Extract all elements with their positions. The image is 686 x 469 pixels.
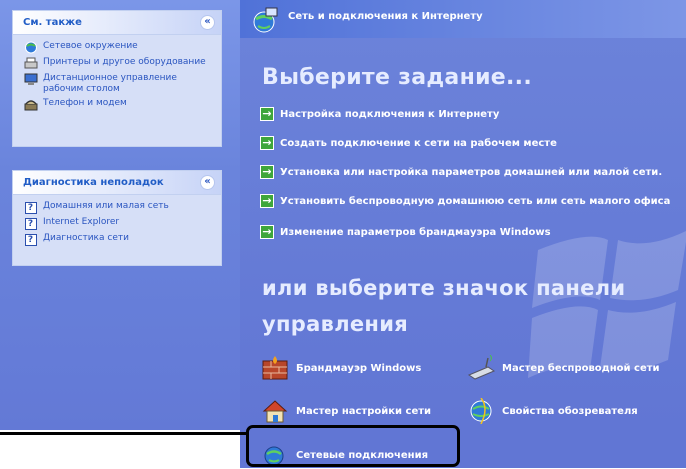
green-arrow-icon: → [260, 107, 274, 121]
troubleshoot-title: Диагностика неполадок [23, 177, 164, 188]
pick-icon-heading-line2: управления [262, 312, 409, 336]
see-also-label: Принтеры и другое оборудование [43, 57, 206, 67]
printer-icon [23, 57, 38, 70]
firewall-icon [260, 354, 290, 382]
help-icon: ? [23, 201, 38, 214]
green-arrow-icon: → [260, 165, 274, 179]
wireless-icon [466, 354, 496, 382]
see-also-phone-modem[interactable]: Телефон и модем [23, 98, 213, 111]
pick-task-heading: Выберите задание... [262, 65, 532, 90]
see-also-remote-desktop[interactable]: Дистанционное управление рабочим столом [23, 73, 213, 95]
category-title: Сеть и подключения к Интернету [288, 11, 483, 22]
cp-item-firewall[interactable]: Брандмауэр Windows [260, 354, 421, 382]
main-content: Сеть и подключения к Интернету Выберите … [240, 0, 686, 430]
task-label: Настройка подключения к Интернету [280, 108, 500, 120]
left-task-pane: См. также « Сетевое окружение Принтеры и… [0, 0, 240, 430]
task-link-workplace-connection[interactable]: → Создать подключение к сети на рабочем … [260, 136, 557, 150]
see-also-title: См. также [23, 17, 82, 28]
see-also-label: Сетевое окружение [43, 41, 138, 51]
troubleshoot-home-network[interactable]: ? Домашняя или малая сеть [23, 201, 213, 214]
task-label: Установить беспроводную домашнюю сеть ил… [280, 195, 671, 207]
collapse-chevron-icon[interactable]: « [200, 175, 215, 190]
internet-options-icon [466, 397, 496, 425]
troubleshoot-label: Диагностика сети [43, 233, 129, 243]
phone-modem-icon [23, 98, 38, 111]
see-also-label: Телефон и модем [43, 98, 127, 108]
task-link-firewall-settings[interactable]: → Изменение параметров брандмауэра Windo… [260, 225, 551, 239]
troubleshoot-network-diagnostics[interactable]: ? Диагностика сети [23, 233, 213, 246]
cp-item-wireless-wizard[interactable]: Мастер беспроводной сети [466, 354, 660, 382]
cp-item-label: Мастер настройки сети [296, 405, 432, 417]
network-places-icon [23, 41, 38, 54]
cp-item-internet-options[interactable]: Свойства обозревателя [466, 397, 638, 425]
task-link-internet-setup[interactable]: → Настройка подключения к Интернету [260, 107, 499, 121]
green-arrow-icon: → [260, 194, 274, 208]
cp-item-label: Брандмауэр Windows [296, 362, 422, 374]
cp-item-network-setup-wizard[interactable]: Мастер настройки сети [260, 397, 431, 425]
task-label: Установка или настройка параметров домаш… [280, 166, 663, 178]
highlight-frame [246, 425, 460, 467]
see-also-printers[interactable]: Принтеры и другое оборудование [23, 57, 213, 70]
cp-item-label: Свойства обозревателя [502, 405, 638, 417]
troubleshoot-header[interactable]: Диагностика неполадок « [13, 171, 221, 195]
callout-line [0, 432, 248, 435]
cp-item-label: Мастер беспроводной сети [502, 362, 660, 374]
troubleshoot-internet-explorer[interactable]: ? Internet Explorer [23, 217, 213, 230]
troubleshoot-label: Internet Explorer [43, 217, 120, 227]
remote-desktop-icon [23, 73, 38, 86]
task-label: Изменение параметров брандмауэра Windows [280, 226, 551, 238]
task-label: Создать подключение к сети на рабочем ме… [280, 137, 557, 149]
see-also-label: Дистанционное управление рабочим столом [43, 73, 177, 94]
help-icon: ? [23, 233, 38, 246]
green-arrow-icon: → [260, 136, 274, 150]
troubleshoot-panel: Диагностика неполадок « ? Домашняя или м… [12, 170, 222, 266]
help-icon: ? [23, 217, 38, 230]
task-link-home-network-setup[interactable]: → Установка или настройка параметров дом… [260, 165, 662, 179]
collapse-chevron-icon[interactable]: « [200, 15, 215, 30]
see-also-panel: См. также « Сетевое окружение Принтеры и… [12, 10, 222, 147]
task-link-wireless-setup[interactable]: → Установить беспроводную домашнюю сеть … [260, 194, 670, 208]
troubleshoot-label: Домашняя или малая сеть [43, 201, 169, 211]
pick-icon-heading-line1: или выберите значок панели [262, 276, 626, 300]
network-globe-icon [250, 6, 280, 38]
see-also-header[interactable]: См. также « [13, 11, 221, 35]
category-header: Сеть и подключения к Интернету [240, 0, 686, 38]
see-also-network-places[interactable]: Сетевое окружение [23, 41, 213, 54]
green-arrow-icon: → [260, 225, 274, 239]
home-network-icon [260, 397, 290, 425]
